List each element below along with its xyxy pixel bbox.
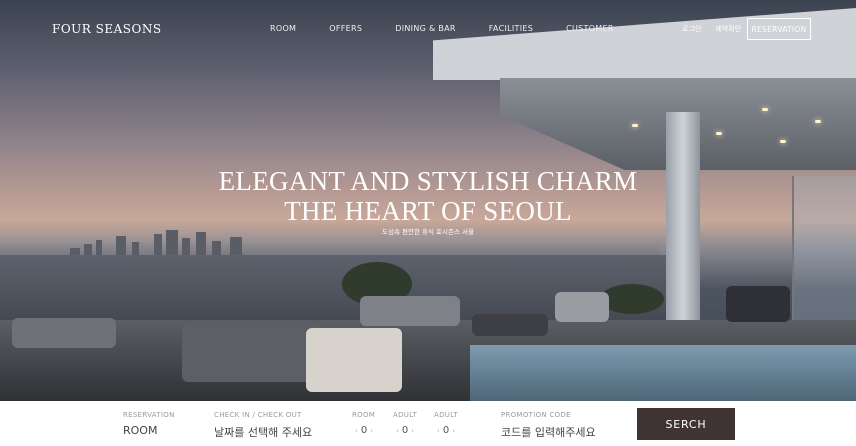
- ceiling-light: [716, 132, 722, 135]
- ceiling-light: [780, 140, 786, 143]
- nav-item-offers[interactable]: OFFERS: [329, 24, 362, 33]
- outdoor-sofa: [726, 286, 790, 322]
- reservation-type-label: RESERVATION: [123, 411, 175, 419]
- ceiling-light: [632, 124, 638, 127]
- hero-headline: ELEGANT AND STYLISH CHARM THE HEART OF S…: [0, 166, 856, 226]
- logo[interactable]: FOUR SEASONS: [52, 22, 162, 36]
- room-increment-button[interactable]: ›: [367, 427, 376, 435]
- hero-subline: 도심속 편안한 휴식 포시즌스 서울: [382, 228, 474, 236]
- headline-line-2: THE HEART OF SEOUL: [284, 196, 572, 226]
- promo-code-field[interactable]: PROMOTION CODE 코드를 입력해주세요: [501, 411, 596, 440]
- room-decrement-button[interactable]: ‹: [352, 427, 361, 435]
- headline-line-1: ELEGANT AND STYLISH CHARM: [218, 166, 638, 196]
- room-stepper: ‹ 0 ›: [352, 425, 376, 436]
- reservation-type-value[interactable]: ROOM: [123, 424, 175, 437]
- room-count-label: ROOM: [352, 411, 376, 419]
- room-count-field: ROOM ‹ 0 ›: [352, 411, 376, 436]
- adult-count-label: ADULT: [393, 411, 418, 419]
- plant: [600, 284, 664, 314]
- pool: [470, 345, 856, 401]
- promo-code-input[interactable]: 코드를 입력해주세요: [501, 424, 596, 440]
- utility-links: 로그인 예약확인: [682, 24, 755, 34]
- login-link[interactable]: 로그인: [682, 24, 701, 34]
- adult-stepper: ‹ 0 ›: [393, 425, 417, 436]
- adult-stepper-2: ‹ 0 ›: [434, 425, 458, 436]
- lounge-sofa: [12, 318, 116, 348]
- lounge-sofa: [182, 322, 322, 382]
- fire-table: [472, 314, 548, 336]
- date-label: CHECK IN / CHECK OUT: [214, 411, 302, 419]
- adult-decrement-button[interactable]: ‹: [393, 427, 402, 435]
- nav-item-room[interactable]: ROOM: [270, 24, 296, 33]
- ceiling-light: [815, 120, 821, 123]
- adult-2-decrement-button[interactable]: ‹: [434, 427, 443, 435]
- adult-increment-button[interactable]: ›: [408, 427, 417, 435]
- reservation-check-link[interactable]: 예약확인: [715, 24, 741, 34]
- date-picker[interactable]: 날짜를 선택해 주세요: [214, 424, 312, 440]
- search-button[interactable]: SERCH: [637, 408, 735, 440]
- adult-2-increment-button[interactable]: ›: [449, 427, 458, 435]
- promo-code-label: PROMOTION CODE: [501, 411, 571, 419]
- nav-item-dining-bar[interactable]: DINING & BAR: [395, 24, 456, 33]
- lounge-chair: [360, 296, 460, 326]
- lounge-chair: [555, 292, 609, 322]
- reservation-button[interactable]: RESERVATION: [747, 18, 811, 40]
- date-field[interactable]: CHECK IN / CHECK OUT 날짜를 선택해 주세요: [214, 411, 312, 440]
- adult-count-field: ADULT ‹ 0 ›: [393, 411, 417, 436]
- nav-item-customer[interactable]: CUSTOMER: [566, 24, 614, 33]
- nav-item-facilities[interactable]: FACILITIES: [489, 24, 533, 33]
- site-header: FOUR SEASONS ROOM OFFERS DINING & BAR FA…: [0, 0, 856, 58]
- adult-count-field-2: ADULT ‹ 0 ›: [434, 411, 458, 436]
- adult-count-label-2: ADULT: [434, 411, 459, 419]
- reservation-type-field[interactable]: RESERVATION ROOM: [123, 411, 175, 437]
- cushion: [306, 328, 402, 392]
- main-nav: ROOM OFFERS DINING & BAR FACILITIES CUST…: [270, 24, 647, 33]
- ceiling-light: [762, 108, 768, 111]
